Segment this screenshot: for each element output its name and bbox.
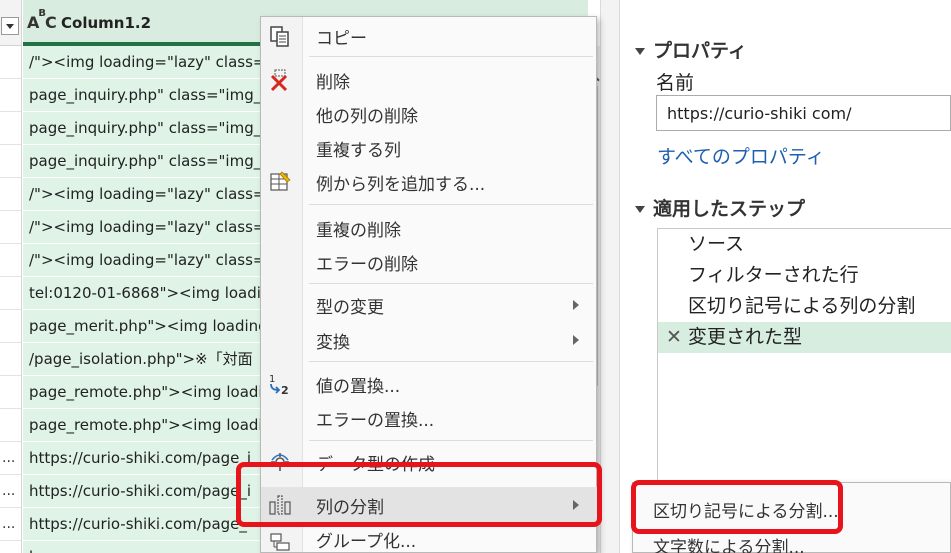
split-by-delimiter-highlight: [631, 480, 843, 534]
table-cell[interactable]: [0, 376, 21, 409]
properties-section-header[interactable]: プロパティ: [635, 36, 747, 63]
replace-values-icon: 1 2: [269, 374, 289, 396]
table-cell[interactable]: [0, 112, 21, 145]
previous-column-cells: .........: [0, 46, 21, 553]
menu-item-remove-other-columns[interactable]: 他の列の削除: [261, 97, 597, 131]
table-cell[interactable]: [0, 46, 21, 79]
table-cell[interactable]: ...: [0, 442, 21, 475]
submenu-item-by-number-of-characters[interactable]: 文字数による分割...: [653, 533, 805, 553]
all-properties-link[interactable]: すべてのプロパティ: [657, 142, 825, 169]
menu-item-label: グループ化...: [316, 532, 417, 552]
applied-step-label: ソース: [688, 233, 745, 255]
query-settings-panel: プロパティ 名前 すべてのプロパティ 適用したステップ ソースフィルターされた行…: [620, 0, 951, 553]
collapse-triangle-icon[interactable]: [635, 206, 645, 213]
properties-section-title: プロパティ: [653, 40, 747, 62]
delete-column-icon: [270, 69, 288, 92]
collapse-triangle-icon[interactable]: [635, 48, 645, 55]
query-name-input[interactable]: [656, 95, 951, 131]
menu-separator: [309, 204, 593, 205]
menu-item-label: 削除: [316, 73, 350, 93]
split-column-highlight: [236, 462, 602, 527]
table-cell[interactable]: [0, 310, 21, 343]
table-cell[interactable]: [0, 541, 21, 553]
table-cell[interactable]: ...: [0, 508, 21, 541]
svg-text:1: 1: [269, 374, 275, 385]
delete-step-icon[interactable]: ✕: [666, 322, 682, 353]
menu-item-label: エラーの置換...: [316, 411, 435, 431]
menu-item-label: 他の列の削除: [316, 107, 418, 127]
applied-step[interactable]: ソース: [658, 229, 951, 260]
table-cell[interactable]: [0, 277, 21, 310]
menu-item-change-type[interactable]: 型の変更: [261, 288, 597, 322]
menu-item-label: 値の置換...: [316, 377, 401, 397]
menu-item-label: 重複の削除: [316, 221, 401, 241]
menu-item-label: 重複する列: [316, 141, 401, 161]
menu-item-label: コピー: [316, 29, 367, 49]
table-cell[interactable]: [0, 145, 21, 178]
menu-item-label: 変換: [316, 333, 350, 353]
group-by-icon: [270, 533, 290, 551]
table-cell[interactable]: [0, 79, 21, 112]
applied-steps-section-header[interactable]: 適用したステップ: [635, 194, 805, 221]
menu-item-group-by[interactable]: グループ化...: [261, 525, 597, 553]
menu-item-remove-errors[interactable]: エラーの削除: [261, 245, 597, 279]
menu-item-replace-values[interactable]: 1 2 値の置換...: [261, 367, 597, 401]
table-cell[interactable]: ...: [0, 475, 21, 508]
menu-item-remove-duplicates[interactable]: 重複の削除: [261, 211, 597, 245]
column-filter-dropdown-button[interactable]: [1, 17, 19, 35]
table-cell[interactable]: [0, 244, 21, 277]
applied-step[interactable]: フィルターされた行: [658, 260, 951, 291]
applied-step[interactable]: 区切り記号による列の分割: [658, 291, 951, 322]
applied-step[interactable]: ✕ 変更された型: [658, 322, 951, 353]
menu-item-label: エラーの削除: [316, 255, 418, 275]
menu-item-copy[interactable]: コピー: [261, 19, 597, 53]
menu-item-remove[interactable]: 削除: [261, 63, 597, 97]
menu-item-label: 例から列を追加する...: [316, 175, 486, 195]
menu-item-add-column-from-examples[interactable]: 例から列を追加する...: [261, 165, 597, 199]
column-from-examples-icon: [270, 171, 291, 191]
menu-separator: [309, 56, 593, 57]
applied-step-label: フィルターされた行: [688, 264, 859, 286]
text-type-icon[interactable]: ABC: [27, 8, 57, 32]
previous-column-header: [0, 0, 21, 46]
table-cell[interactable]: [0, 178, 21, 211]
submenu-arrow-icon: [573, 300, 579, 310]
panel-divider[interactable]: [600, 0, 620, 553]
table-cell[interactable]: [0, 211, 21, 244]
applied-steps-section-title: 適用したステップ: [653, 198, 806, 220]
table-cell[interactable]: [0, 343, 21, 376]
menu-separator: [309, 361, 593, 362]
table-cell[interactable]: [0, 409, 21, 442]
svg-text:2: 2: [281, 384, 289, 396]
copy-icon: [270, 26, 289, 47]
submenu-arrow-icon: [573, 335, 579, 345]
menu-item-duplicate-column[interactable]: 重複する列: [261, 131, 597, 165]
menu-item-replace-errors[interactable]: エラーの置換...: [261, 401, 597, 435]
menu-item-label: 型の変更: [316, 298, 384, 318]
name-label: 名前: [656, 72, 695, 94]
column-title[interactable]: Column1.2: [61, 14, 151, 32]
menu-separator: [309, 283, 593, 284]
applied-step-label: 変更された型: [688, 326, 803, 348]
menu-separator: [309, 440, 593, 441]
previous-column: .........: [0, 0, 22, 553]
applied-step-label: 区切り記号による列の分割: [688, 295, 916, 317]
menu-item-transform[interactable]: 変換: [261, 323, 597, 357]
